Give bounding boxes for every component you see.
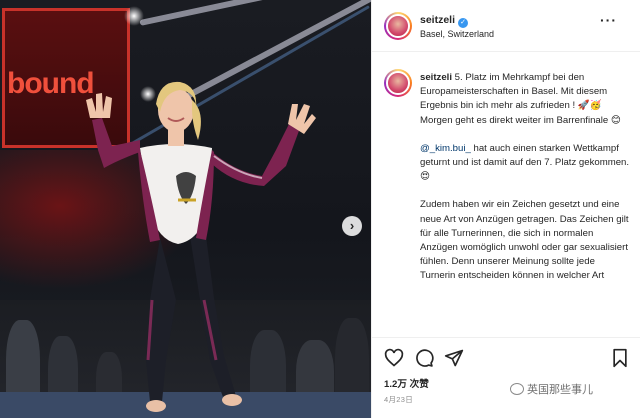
bookmark-icon[interactable] <box>610 348 630 368</box>
heart-icon[interactable] <box>384 348 404 368</box>
share-icon[interactable] <box>444 348 464 368</box>
caption-text: Morgen geht es direkt weiter im Barrenfi… <box>420 114 621 126</box>
caption-text: Zudem haben wir ein Zeichen gesetzt und … <box>420 199 629 282</box>
author-username[interactable]: seitzeli <box>420 14 455 26</box>
comment-icon[interactable] <box>414 348 434 368</box>
author-avatar[interactable] <box>384 12 412 40</box>
caption-author-avatar[interactable] <box>384 69 412 97</box>
caption-username[interactable]: seitzeli <box>420 72 452 83</box>
more-options-icon[interactable]: ··· <box>600 12 617 28</box>
author-username-link[interactable]: seitzeli ✓ <box>420 14 469 28</box>
watermark: 英国那些事儿 <box>510 381 593 397</box>
caption-paragraph: Zudem haben wir ein Zeichen gesetzt und … <box>420 198 632 283</box>
post-date[interactable]: 4月23日 <box>384 394 413 405</box>
post-details-panel: seitzeli ✓ Basel, Switzerland ··· seitzel… <box>371 0 640 418</box>
post-actions-bar: 1.2万 次赞 4月23日 英国那些事儿 <box>372 337 640 418</box>
post-photo: bound › <box>0 0 371 418</box>
likes-count[interactable]: 1.2万 次赞 <box>384 376 429 390</box>
gymnast-figure <box>86 81 316 412</box>
watermark-text: 英国那些事儿 <box>527 383 593 396</box>
verified-badge-icon: ✓ <box>458 18 469 28</box>
caption-area: seitzeli 5. Platz im Mehrkampf bei den E… <box>372 53 640 337</box>
post-location[interactable]: Basel, Switzerland <box>420 29 494 39</box>
post-header: seitzeli ✓ Basel, Switzerland ··· <box>372 0 640 52</box>
post-caption: seitzeli 5. Platz im Mehrkampf bei den E… <box>420 71 632 298</box>
mention-link[interactable]: @_kim.bui_ <box>420 143 471 154</box>
next-photo-button[interactable]: › <box>342 216 362 236</box>
caption-paragraph: seitzeli 5. Platz im Mehrkampf bei den E… <box>420 71 632 128</box>
caption-paragraph: @_kim.bui_ hat auch einen starken Wettka… <box>420 142 632 185</box>
wechat-icon <box>510 383 524 395</box>
instagram-post: bound › seitzeli ✓ Basel, Switzerland ··… <box>0 0 640 418</box>
